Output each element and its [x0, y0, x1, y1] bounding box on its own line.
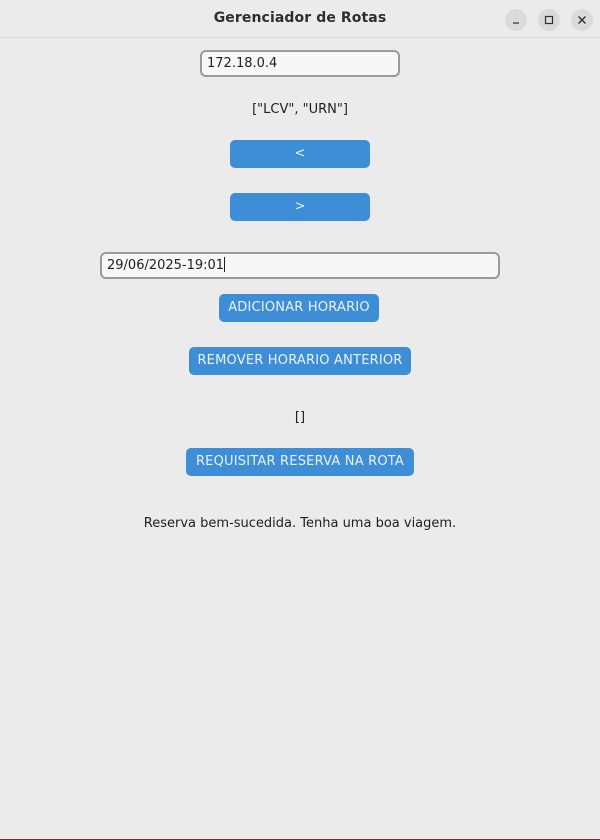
next-route-button[interactable]: >	[230, 193, 370, 221]
datetime-value: 29/06/2025-19:01	[107, 258, 225, 273]
remove-previous-schedule-button[interactable]: REMOVER HORARIO ANTERIOR	[189, 347, 411, 375]
server-ip-value: 172.18.0.4	[207, 56, 278, 71]
datetime-input[interactable]: 29/06/2025-19:01	[100, 252, 500, 279]
request-reservation-button[interactable]: REQUISITAR RESERVA NA ROTA	[186, 448, 414, 476]
minimize-icon	[513, 22, 519, 24]
reservation-status-message: Reserva bem-sucedida. Tenha uma boa viag…	[143, 516, 457, 531]
close-button[interactable]	[571, 9, 593, 31]
schedule-list-label: []	[294, 410, 306, 425]
minimize-button[interactable]	[505, 9, 527, 31]
close-icon	[578, 16, 586, 24]
maximize-button[interactable]	[538, 9, 560, 31]
text-caret	[224, 257, 226, 272]
title-bar: Gerenciador de Rotas	[0, 0, 600, 38]
maximize-icon	[544, 15, 554, 25]
server-ip-input[interactable]: 172.18.0.4	[200, 50, 400, 77]
routes-list-label: ["LCV", "URN"]	[252, 102, 348, 117]
add-schedule-button[interactable]: ADICIONAR HORARIO	[219, 294, 379, 322]
previous-route-button[interactable]: <	[230, 140, 370, 168]
